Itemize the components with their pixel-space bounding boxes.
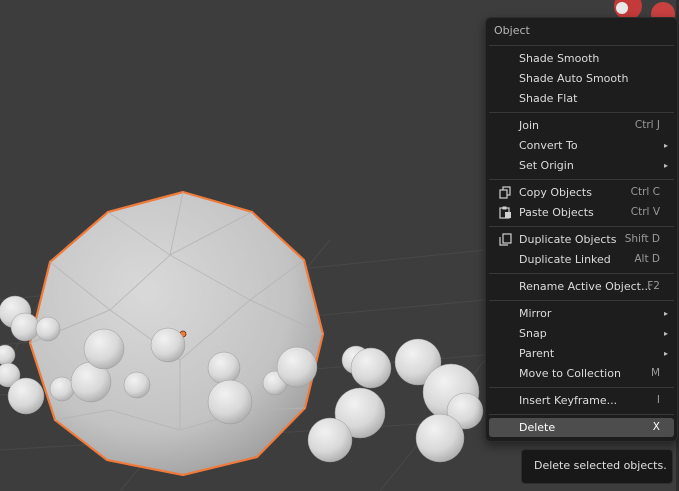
copy-icon: [499, 186, 511, 199]
shortcut-label: Ctrl J: [634, 119, 660, 131]
shortcut-label: Shift D: [624, 233, 660, 245]
delete-tooltip: Delete selected objects.: [521, 449, 673, 484]
menu-item-label: Set Origin: [519, 159, 574, 172]
shortcut-label: Ctrl V: [630, 206, 660, 218]
menu-item-convert-to[interactable]: Convert To ▸: [489, 136, 674, 155]
shortcut-label: F2: [647, 280, 660, 292]
menu-item-set-origin[interactable]: Set Origin ▸: [489, 156, 674, 175]
shortcut-label: M: [650, 367, 660, 379]
menu-item-delete[interactable]: Delete X: [489, 418, 674, 437]
menu-divider: [489, 300, 674, 301]
shortcut-label: Ctrl C: [630, 186, 660, 198]
menu-item-shade-smooth[interactable]: Shade Smooth: [489, 49, 674, 68]
menu-title: Object: [494, 24, 530, 37]
menu-item-label: Join: [519, 119, 540, 132]
menu-divider: [489, 45, 674, 46]
menu-divider: [489, 414, 674, 415]
menu-item-parent[interactable]: Parent ▸: [489, 344, 674, 363]
shortcut-label: I: [656, 394, 660, 406]
object-context-menu: Object Shade Smooth Shade Auto Smooth Sh…: [485, 17, 678, 442]
menu-item-label: Shade Flat: [519, 92, 578, 105]
submenu-arrow-icon: ▸: [663, 329, 668, 338]
menu-item-label: Copy Objects: [519, 186, 592, 199]
menu-item-paste-objects[interactable]: Paste Objects Ctrl V: [489, 203, 674, 222]
duplicate-icon: [499, 233, 512, 246]
menu-item-label: Move to Collection: [519, 367, 621, 380]
submenu-arrow-icon: ▸: [663, 349, 668, 358]
menu-item-snap[interactable]: Snap ▸: [489, 324, 674, 343]
menu-item-label: Shade Auto Smooth: [519, 72, 629, 85]
zoom-icon: [616, 2, 628, 14]
menu-divider: [489, 112, 674, 113]
menu-item-label: Delete: [519, 421, 556, 434]
menu-item-duplicate-objects[interactable]: Duplicate Objects Shift D: [489, 230, 674, 249]
menu-item-join[interactable]: Join Ctrl J: [489, 116, 674, 135]
menu-divider: [489, 273, 674, 274]
menu-item-label: Duplicate Linked: [519, 253, 611, 266]
menu-item-mirror[interactable]: Mirror ▸: [489, 304, 674, 323]
menu-item-label: Mirror: [519, 307, 552, 320]
menu-item-shade-auto-smooth[interactable]: Shade Auto Smooth: [489, 69, 674, 88]
submenu-arrow-icon: ▸: [663, 161, 668, 170]
menu-item-rename-active-object[interactable]: Rename Active Object... F2: [489, 277, 674, 296]
shortcut-label: X: [652, 421, 660, 433]
menu-divider: [489, 387, 674, 388]
menu-item-label: Rename Active Object...: [519, 280, 652, 293]
menu-item-insert-keyframe[interactable]: Insert Keyframe... I: [489, 391, 674, 410]
menu-divider: [489, 179, 674, 180]
menu-item-shade-flat[interactable]: Shade Flat: [489, 89, 674, 108]
menu-item-label: Paste Objects: [519, 206, 594, 219]
submenu-arrow-icon: ▸: [663, 309, 668, 318]
shortcut-label: Alt D: [634, 253, 660, 265]
menu-item-duplicate-linked[interactable]: Duplicate Linked Alt D: [489, 250, 674, 269]
menu-item-label: Snap: [519, 327, 547, 340]
menu-item-label: Duplicate Objects: [519, 233, 617, 246]
menu-item-copy-objects[interactable]: Copy Objects Ctrl C: [489, 183, 674, 202]
menu-item-label: Parent: [519, 347, 555, 360]
menu-item-label: Insert Keyframe...: [519, 394, 618, 407]
paste-icon: [499, 206, 511, 219]
menu-divider: [489, 226, 674, 227]
menu-item-label: Shade Smooth: [519, 52, 600, 65]
submenu-arrow-icon: ▸: [663, 141, 668, 150]
menu-item-move-to-collection[interactable]: Move to Collection M: [489, 364, 674, 383]
menu-item-label: Convert To: [519, 139, 578, 152]
